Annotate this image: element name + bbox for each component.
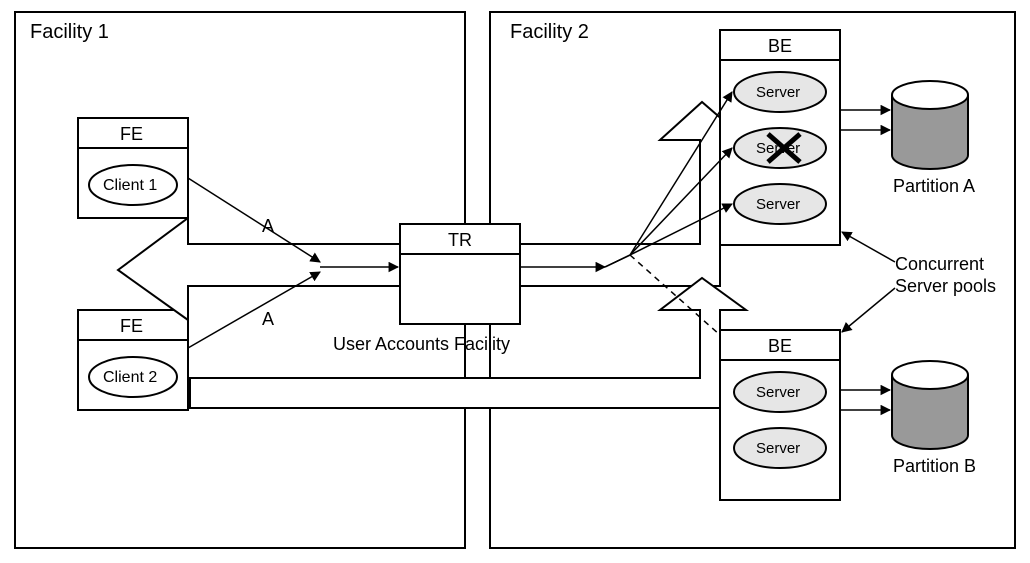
- be1-server3-label: Server: [756, 196, 800, 213]
- concurrent-line1: Concurrent: [895, 254, 984, 274]
- tr-subtitle: User Accounts Facility: [333, 334, 510, 354]
- fe2-box: FE Client 2: [78, 310, 188, 410]
- be2-server2-label: Server: [756, 440, 800, 457]
- facility2-title: Facility 2: [510, 21, 589, 43]
- svg-text:Concurrent Server pools: Concurrent Server pools: [895, 254, 996, 296]
- partition-a-label: Partition A: [893, 176, 975, 196]
- be1-box: BE Server Server Server: [720, 30, 840, 245]
- partition-b-label: Partition B: [893, 456, 976, 476]
- concurrent-label-group: Concurrent Server pools: [842, 232, 996, 332]
- edge-a2-label: A: [262, 309, 274, 329]
- tr-title: TR: [448, 230, 472, 250]
- arrow-concurrent-up: [842, 232, 895, 262]
- fe1-title: FE: [120, 124, 143, 144]
- be1-title: BE: [768, 36, 792, 56]
- fe2-title: FE: [120, 316, 143, 336]
- fe1-client-label: Client 1: [103, 177, 157, 194]
- partition-a-cylinder: Partition A: [892, 81, 975, 196]
- be2-title: BE: [768, 336, 792, 356]
- be1-server1-label: Server: [756, 84, 800, 101]
- fe2-client-label: Client 2: [103, 369, 157, 386]
- be2-box: BE Server Server: [720, 330, 840, 500]
- facility1-title: Facility 1: [30, 21, 109, 43]
- be2-server1-label: Server: [756, 384, 800, 401]
- concurrent-line2: Server pools: [895, 276, 996, 296]
- edge-a1-label: A: [262, 216, 274, 236]
- fe1-box: FE Client 1: [78, 118, 188, 218]
- arrow-concurrent-down: [842, 288, 895, 332]
- partition-b-cylinder: Partition B: [892, 361, 976, 476]
